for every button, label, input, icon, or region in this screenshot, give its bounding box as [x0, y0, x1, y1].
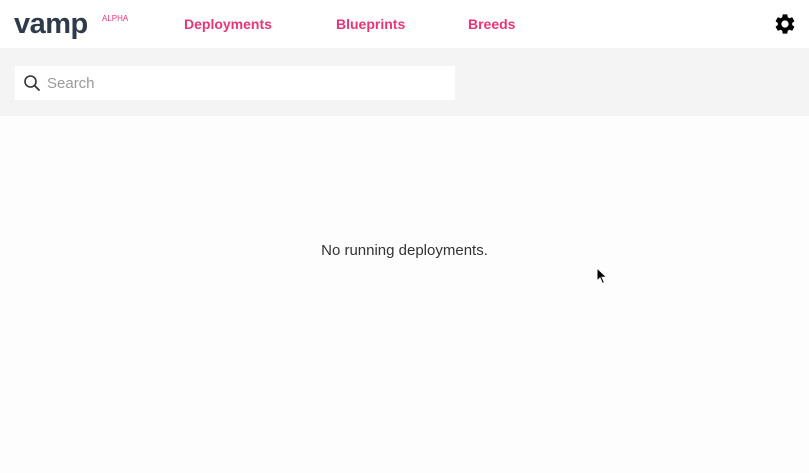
- nav-link-deployments[interactable]: Deployments: [184, 15, 272, 33]
- empty-state-message: No running deployments.: [321, 242, 488, 259]
- search-box[interactable]: [15, 66, 455, 100]
- alpha-badge: ALPHA: [102, 14, 129, 23]
- search-input[interactable]: [47, 66, 447, 100]
- top-navigation-bar: vamp ALPHA Deployments Blueprints Breeds: [0, 0, 809, 48]
- search-icon: [24, 75, 40, 91]
- settings-button[interactable]: [773, 12, 797, 36]
- nav-link-breeds[interactable]: Breeds: [468, 15, 515, 33]
- search-bar-section: [0, 48, 809, 116]
- deployments-content: No running deployments.: [0, 116, 809, 473]
- nav-link-blueprints[interactable]: Blueprints: [336, 15, 405, 33]
- logo-wordmark: vamp: [14, 8, 88, 40]
- app-window: vamp ALPHA Deployments Blueprints Breeds…: [0, 0, 809, 473]
- gear-icon: [775, 14, 795, 34]
